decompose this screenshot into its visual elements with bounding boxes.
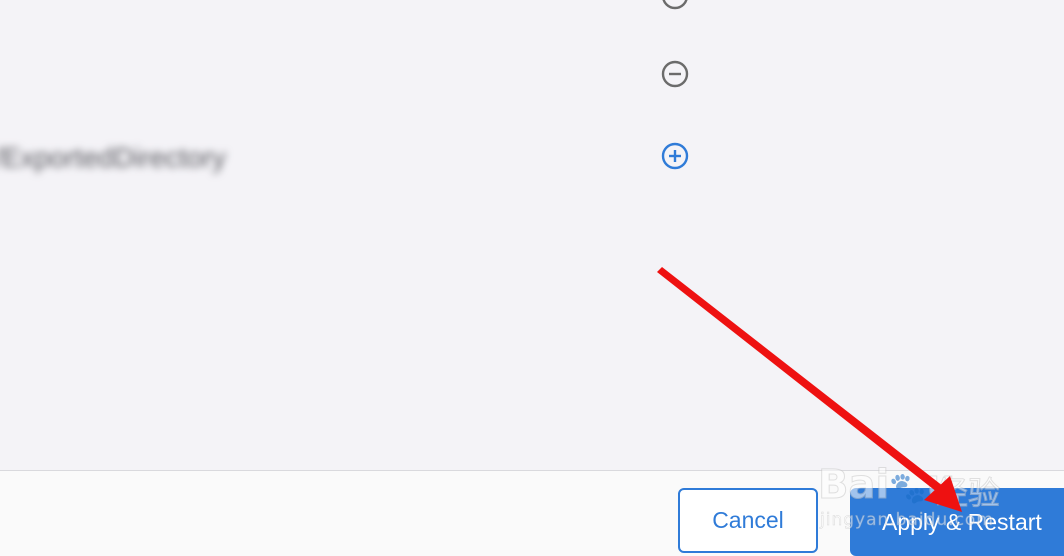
- minus-circle-icon: [662, 0, 688, 10]
- shared-directory-path: /ExportedDirectory: [0, 142, 226, 173]
- cancel-button[interactable]: Cancel: [678, 488, 818, 553]
- plus-circle-icon: [661, 142, 689, 170]
- settings-page: /ExportedDirectory Cancel Apply & Restar…: [0, 0, 1064, 556]
- remove-directory-button[interactable]: [659, 58, 691, 90]
- add-directory-button[interactable]: [659, 140, 691, 172]
- minus-circle-icon: [661, 60, 689, 88]
- apply-restart-button[interactable]: Apply & Restart: [850, 488, 1064, 556]
- remove-directory-button[interactable]: [659, 0, 691, 12]
- file-sharing-list: /ExportedDirectory: [0, 0, 1064, 470]
